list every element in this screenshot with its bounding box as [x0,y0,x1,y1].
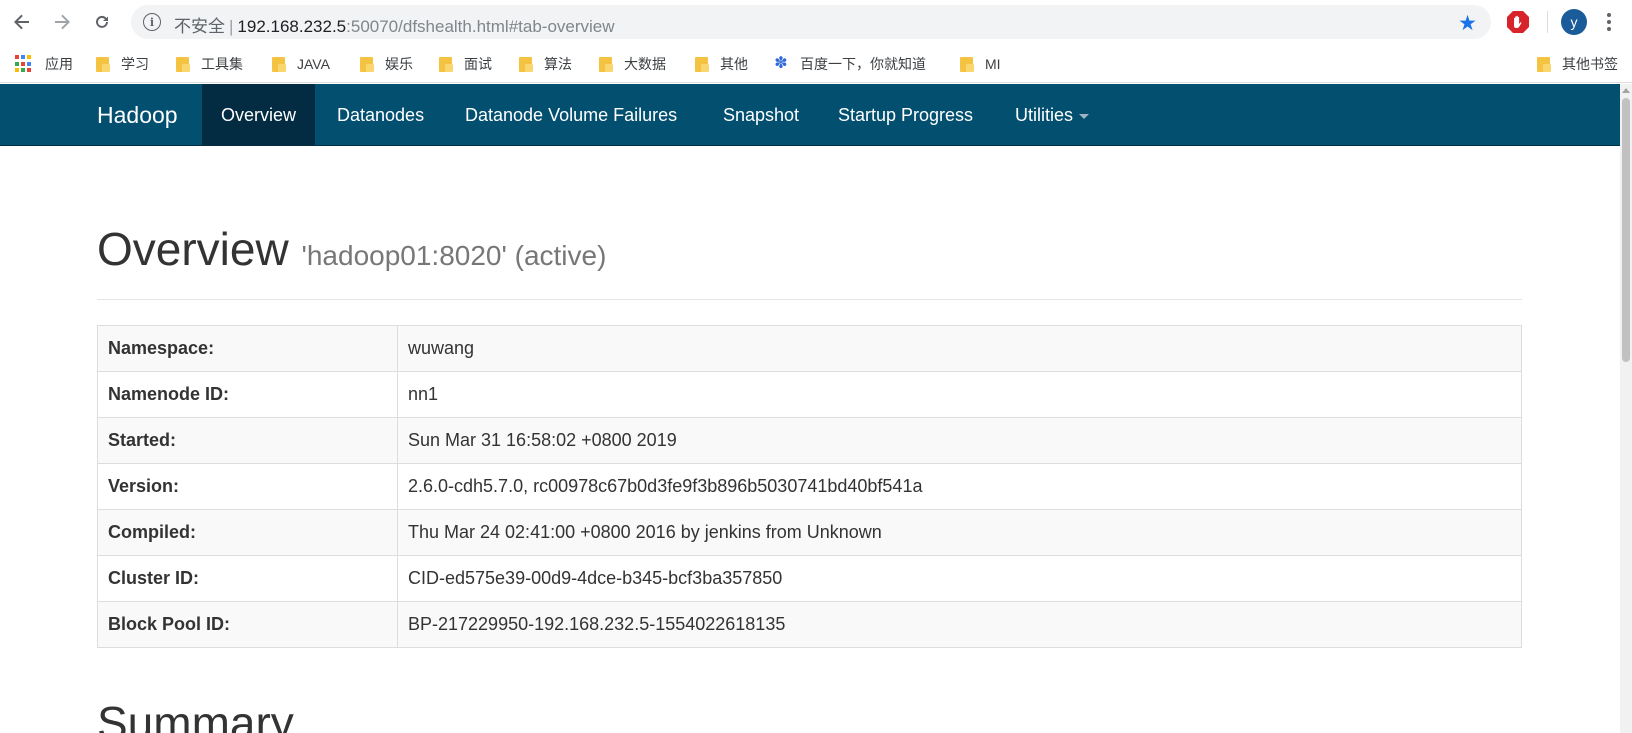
info-icon[interactable]: i [143,13,161,31]
security-label: 不安全 [174,17,225,36]
url-text[interactable]: 不安全 | 192.168.232.5:50070/dfshealth.html#t… [174,12,615,37]
bookmark-label: MI [985,56,1001,72]
row-key: Namespace: [97,325,398,372]
folder-icon [1537,56,1552,72]
page-subtitle: 'hadoop01:8020' (active) [301,240,607,271]
row-value: Sun Mar 31 16:58:02 +0800 2019 [397,417,1522,464]
row-key: Version: [97,463,398,510]
folder-icon [439,56,454,72]
row-key: Block Pool ID: [97,601,398,648]
row-key: Namenode ID: [97,371,398,418]
nav-item-label: Datanodes [337,105,425,125]
table-row: Started: Sun Mar 31 16:58:02 +0800 2019 [97,417,1522,464]
nav-item-datanodes[interactable]: Datanodes [318,84,443,146]
adblock-extension-icon[interactable] [1505,9,1531,35]
browser-toolbar: i 不安全 | 192.168.232.5:50070/dfshealth.html… [0,0,1632,43]
caret-down-icon [1079,113,1090,119]
bookmark-label: 其他书签 [1562,56,1618,72]
scroll-up-arrow-icon[interactable] [1622,88,1630,93]
row-value: wuwang [397,325,1522,372]
bookmark-label: 学习 [121,56,149,72]
bookmark-baidu[interactable]: ✽ 百度一下，你就知道 [772,54,926,74]
forward-arrow-icon[interactable] [48,8,76,36]
summary-title: Summary [97,697,294,733]
row-value: BP-217229950-192.168.232.5-1554022618135 [397,601,1522,648]
bookmark-folder[interactable]: 面试 [439,54,492,74]
bookmark-star-icon[interactable]: ★ [1458,11,1477,36]
url-host: 192.168.232.5 [237,17,347,36]
bookmark-other-folder[interactable]: 其他书签 [1537,54,1618,74]
bookmark-folder[interactable]: MI [960,54,1001,74]
overview-table: Namespace: wuwang Namenode ID: nn1 Started… [97,325,1522,648]
bookmark-label: 算法 [544,56,572,72]
row-value: 2.6.0-cdh5.7.0, rc00978c67b0d3fe9f3b896b… [397,463,1522,510]
folder-icon [960,56,975,72]
table-row: Namenode ID: nn1 [97,371,1522,418]
bookmark-label: 娱乐 [385,56,413,72]
folder-icon [360,56,375,72]
table-row: Namespace: wuwang [97,325,1522,372]
table-row: Version: 2.6.0-cdh5.7.0, rc00978c67b0d3fe… [97,463,1522,510]
browser-menu-icon[interactable] [1599,8,1619,36]
url-path: :50070/dfshealth.html#tab-overview [346,17,615,36]
address-bar[interactable]: i 不安全 | 192.168.232.5:50070/dfshealth.html… [131,5,1491,39]
nav-item-startup-progress[interactable]: Startup Progress [819,84,992,146]
table-row: Compiled: Thu Mar 24 02:41:00 +0800 2016 … [97,509,1522,556]
overview-header: Overview 'hadoop01:8020' (active) [97,222,1522,300]
apps-grid-icon [15,55,33,73]
page-scrollbar[interactable] [1620,84,1632,733]
folder-icon [272,56,287,72]
nav-item-label: Overview [221,105,297,125]
url-separator: | [229,17,234,36]
toolbar-divider [1547,11,1548,33]
scroll-thumb[interactable] [1622,98,1630,362]
bookmark-folder[interactable]: 算法 [519,54,572,74]
folder-icon [695,56,710,72]
bookmark-label: 其他 [720,56,748,72]
row-key: Started: [97,417,398,464]
bookmark-folder[interactable]: 学习 [96,54,149,74]
nav-item-snapshot[interactable]: Snapshot [704,84,818,146]
folder-icon [176,56,191,72]
page-title-text: Overview [97,223,289,275]
bookmark-label: 面试 [464,56,492,72]
nav-item-overview[interactable]: Overview [202,84,316,146]
baidu-paw-icon: ✽ [774,55,788,72]
table-row: Block Pool ID: BP-217229950-192.168.232.5… [97,601,1522,648]
navbar-brand[interactable]: Hadoop [97,84,178,146]
bookmark-label: 大数据 [624,56,666,72]
nav-item-label: Datanode Volume Failures [465,105,678,125]
nav-item-label: Snapshot [723,105,800,125]
row-value: nn1 [397,371,1522,418]
page-title: Overview 'hadoop01:8020' (active) [97,222,1522,276]
row-key: Compiled: [97,509,398,556]
bookmark-folder[interactable]: 其他 [695,54,748,74]
bookmark-folder[interactable]: JAVA [272,54,330,74]
hadoop-navbar: Hadoop Overview Datanodes Datanode Volum… [0,84,1620,146]
bookmark-folder[interactable]: 娱乐 [360,54,413,74]
nav-item-utilities[interactable]: Utilities [996,84,1108,146]
folder-icon [519,56,534,72]
row-value: CID-ed575e39-00d9-4dce-b345-bcf3ba357850 [397,555,1522,602]
nav-item-label: Utilities [1015,105,1074,125]
nav-item-datanode-volume-failures[interactable]: Datanode Volume Failures [446,84,696,146]
table-row: Cluster ID: CID-ed575e39-00d9-4dce-b345-b… [97,555,1522,602]
bookmark-label: 应用 [45,56,73,72]
nav-item-label: Startup Progress [838,105,974,125]
row-value: Thu Mar 24 02:41:00 +0800 2016 by jenkin… [397,509,1522,556]
row-key: Cluster ID: [97,555,398,602]
bookmark-label: 工具集 [201,56,243,72]
profile-avatar[interactable]: y [1561,9,1587,35]
bookmark-apps[interactable]: 应用 [15,54,73,74]
folder-icon [96,56,111,72]
bookmarks-bar: 应用 学习 工具集 JAVA 娱乐 面试 算法 大数据 其他 ✽ 百度一下，你就知… [0,43,1632,83]
bookmark-folder[interactable]: 工具集 [176,54,243,74]
bookmark-label: 百度一下，你就知道 [800,56,926,72]
back-arrow-icon[interactable] [8,8,36,36]
reload-icon[interactable] [88,8,116,36]
bookmark-label: JAVA [297,56,330,72]
bookmark-folder[interactable]: 大数据 [599,54,666,74]
folder-icon [599,56,614,72]
